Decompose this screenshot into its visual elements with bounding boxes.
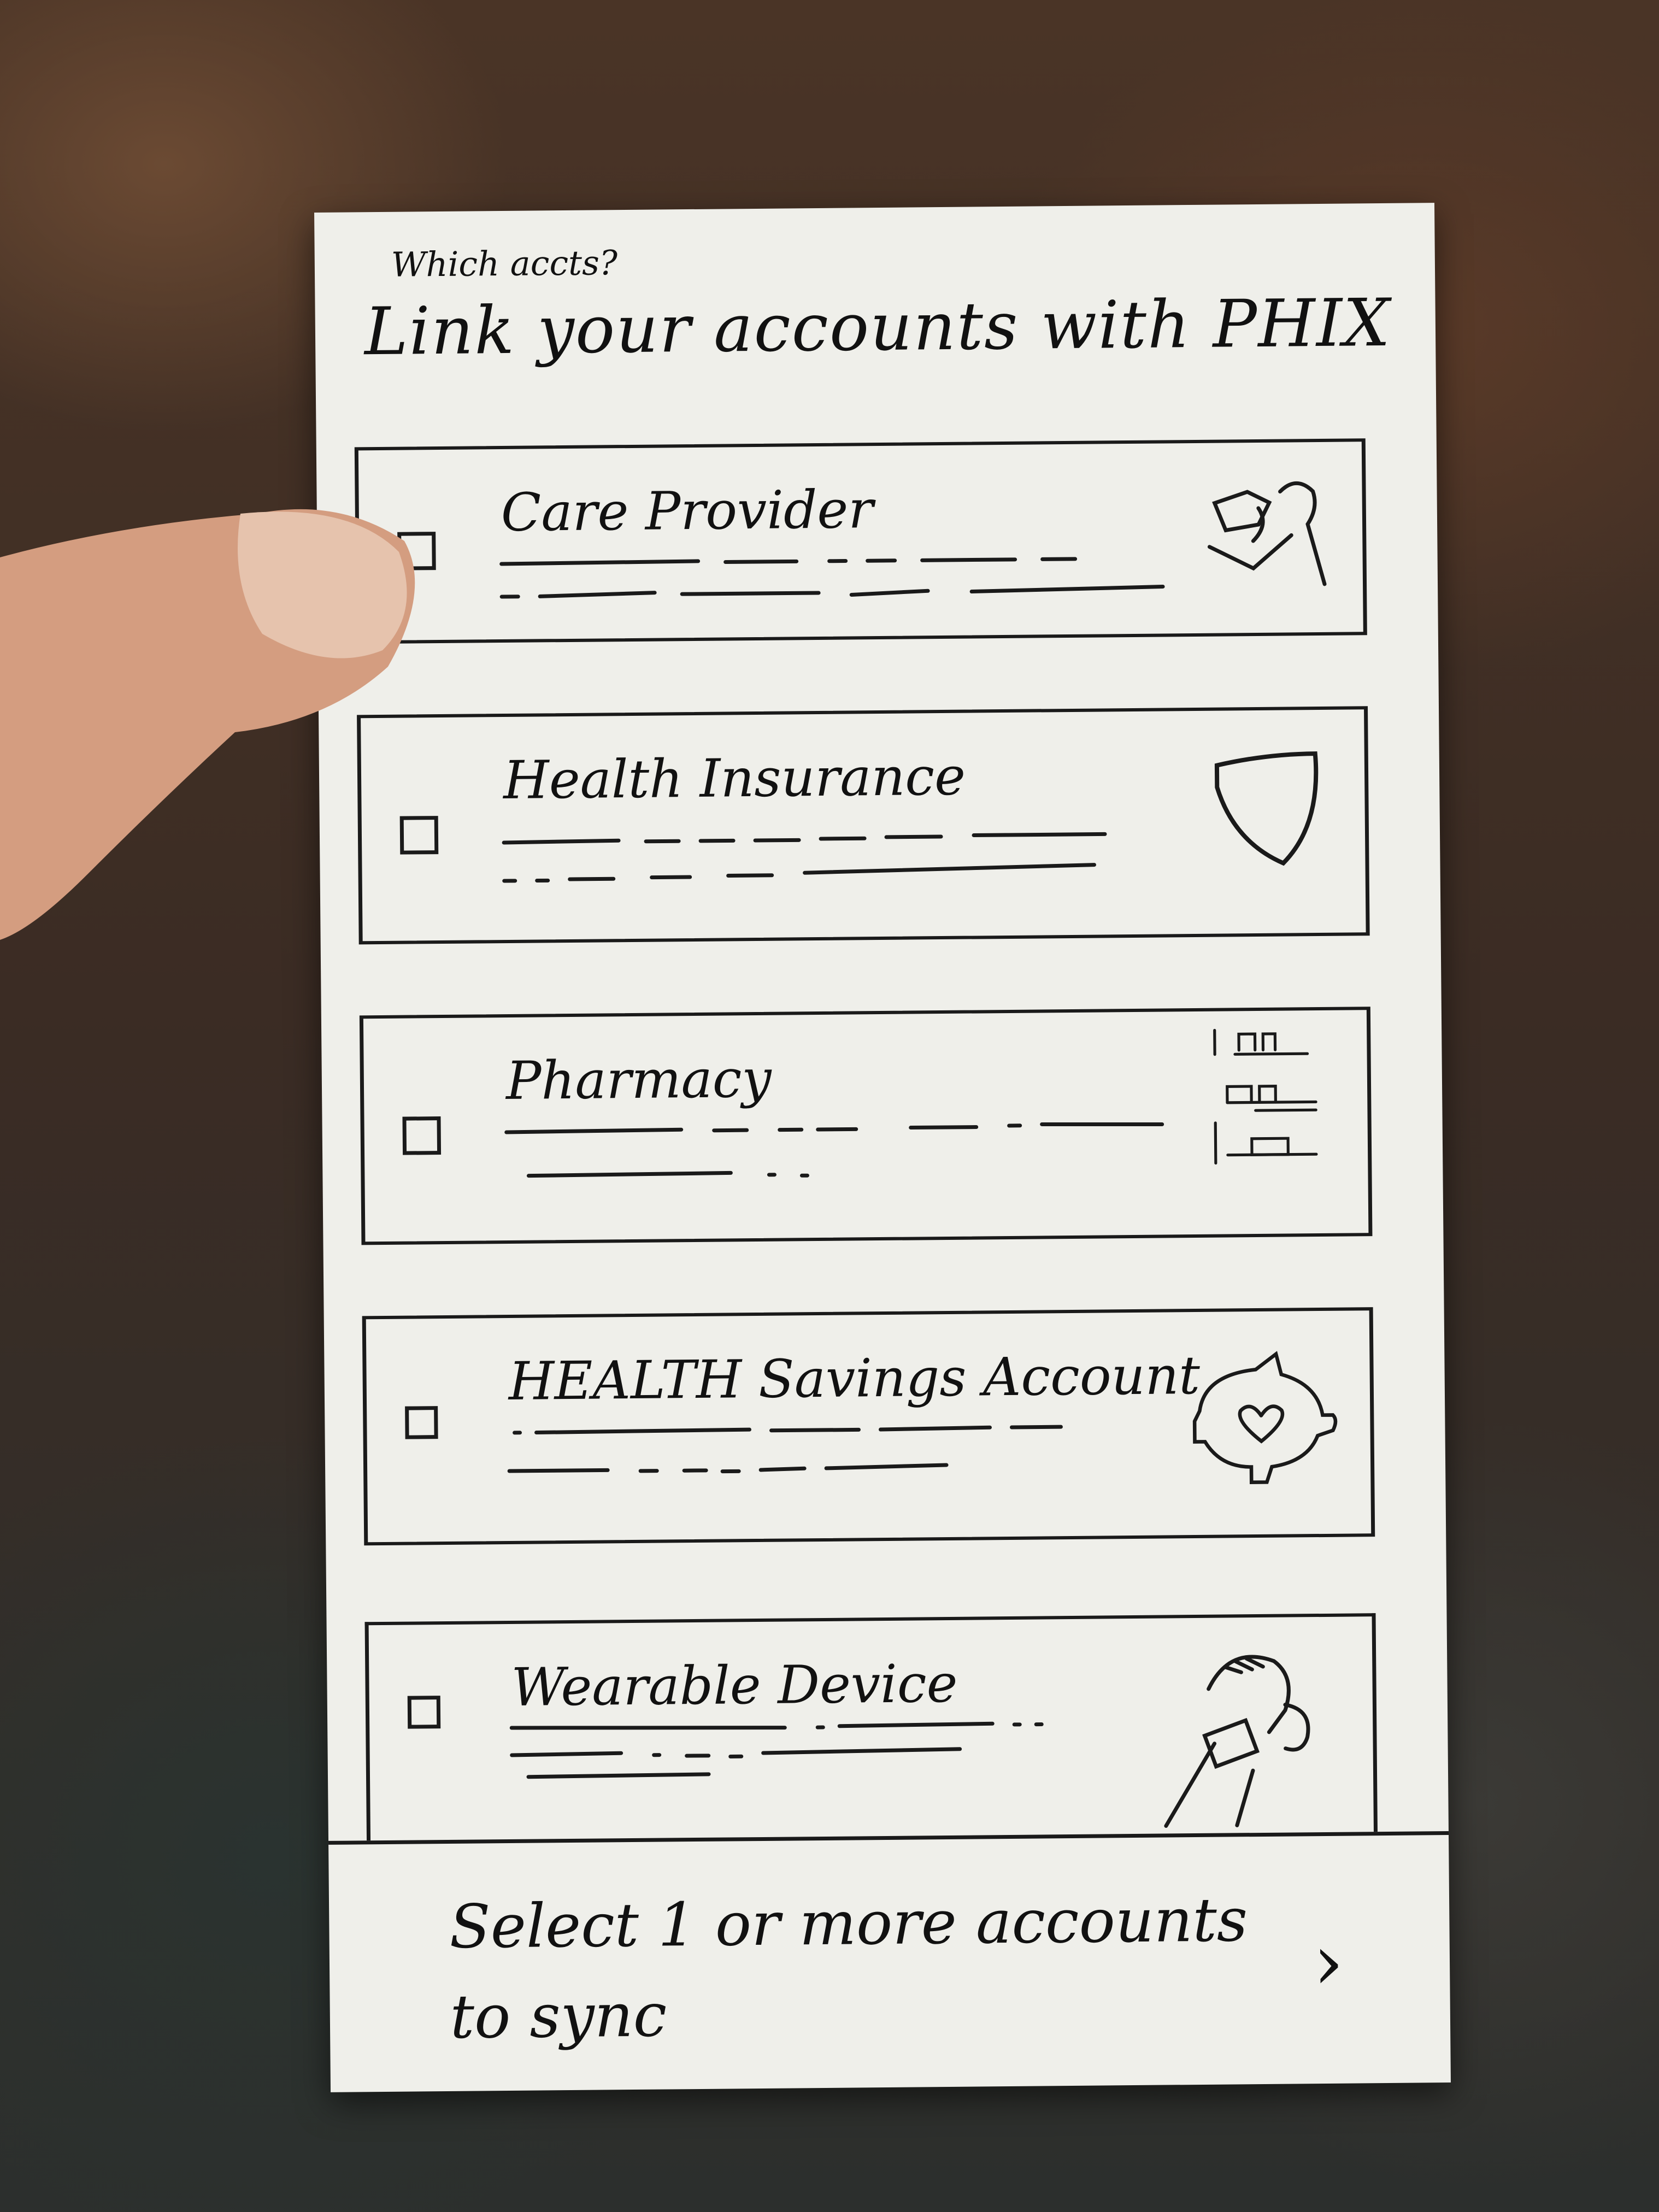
checkbox[interactable] [407, 1696, 441, 1729]
annotation-note: Which accts? [391, 243, 618, 285]
piggy-bank-heart-icon [1192, 1351, 1338, 1484]
placeholder-text-lines [504, 1122, 1164, 1178]
account-row-wearable-device[interactable]: Wearable Device [364, 1613, 1378, 1841]
checkbox[interactable] [405, 1406, 438, 1439]
footer-instruction: Select 1 or more accounts to sync [449, 1885, 1248, 2052]
doctor-icon [1207, 481, 1327, 586]
account-row-health-savings-account[interactable]: HEALTH Savings Account [362, 1307, 1375, 1546]
account-label: Care Provider [501, 479, 874, 544]
checkbox[interactable] [402, 1116, 442, 1155]
account-label: Health Insurance [503, 745, 966, 811]
page-title: Link your accounts with PHIX [364, 285, 1392, 370]
sync-footer-bar[interactable]: Select 1 or more accounts to sync › [328, 1831, 1451, 2096]
placeholder-text-lines [509, 1721, 1044, 1779]
account-label: Pharmacy [505, 1048, 772, 1112]
thumb-holding-card [0, 509, 415, 940]
paper-prototype-screen: Which accts? Link your accounts with PHI… [314, 203, 1451, 2096]
account-row-pharmacy[interactable]: Pharmacy [359, 1007, 1373, 1245]
smartwatch-wrist-icon [1164, 1655, 1310, 1828]
placeholder-text-lines [499, 557, 1165, 599]
account-row-health-insurance[interactable]: Health Insurance [357, 706, 1370, 945]
account-row-care-provider[interactable]: Care Provider [354, 438, 1367, 644]
placeholder-text-lines [502, 832, 1107, 883]
shield-icon [1214, 751, 1319, 866]
placeholder-text-lines [507, 1425, 1063, 1474]
pharmacy-shelf-icon [1213, 1028, 1318, 1165]
account-label: HEALTH Savings Account [508, 1344, 1201, 1412]
account-label: Wearable Device [511, 1652, 958, 1718]
chevron-right-icon[interactable]: › [1313, 1918, 1344, 2007]
